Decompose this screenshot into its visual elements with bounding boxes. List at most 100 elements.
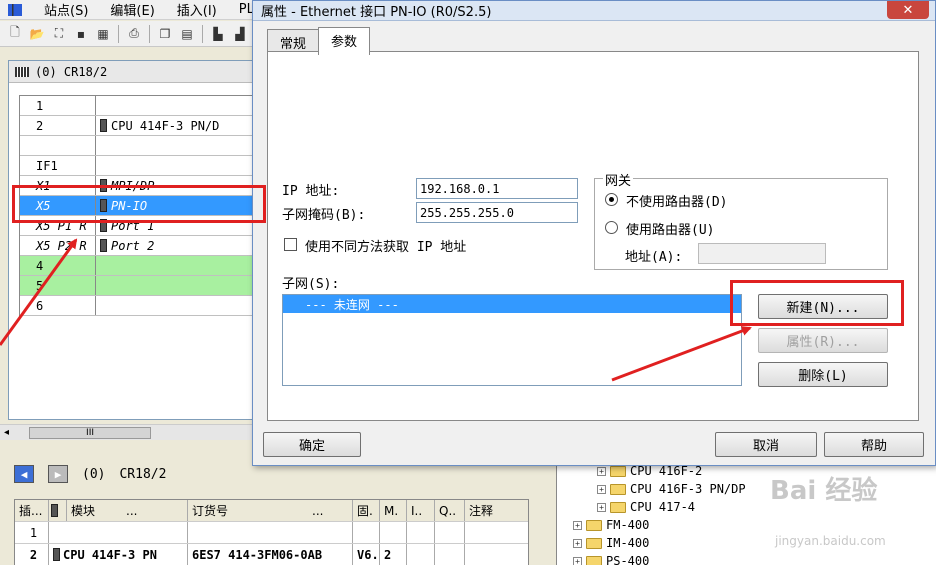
scroll-thumb[interactable]: III bbox=[29, 426, 152, 439]
catalog-item[interactable]: + FM-400 bbox=[557, 516, 936, 534]
menu-edit[interactable]: 编辑(E) bbox=[110, 0, 154, 19]
cell-order-no bbox=[188, 522, 353, 543]
print-icon[interactable]: ⎙ bbox=[125, 25, 143, 43]
col-mpi[interactable]: M. bbox=[380, 500, 407, 521]
col-order-more[interactable]: ... bbox=[308, 500, 353, 521]
rack-row[interactable]: 4 bbox=[20, 256, 261, 276]
rack-slot: 6 bbox=[20, 296, 96, 315]
save-icon[interactable]: ▪ bbox=[72, 25, 90, 43]
cell-firmware: V6. bbox=[353, 544, 380, 565]
rack-row[interactable]: 6 bbox=[20, 296, 261, 316]
module-icon bbox=[100, 239, 107, 252]
close-icon[interactable]: ✕ bbox=[887, 1, 929, 19]
new-file-icon[interactable]: 🗋 bbox=[6, 25, 24, 43]
forward-arrow-icon[interactable]: ▶ bbox=[48, 465, 68, 483]
catalog-item[interactable]: + CPU 416F-3 PN/DP bbox=[557, 480, 936, 498]
subnet-item-unnetworked[interactable]: --- 未连网 --- bbox=[283, 295, 741, 313]
detail-table-header: 插... 模块 ... 订货号 ... 固. M. I.. Q.. 注释 bbox=[15, 500, 528, 522]
col-firmware[interactable]: 固. bbox=[353, 500, 380, 521]
rack-row[interactable]: 1 bbox=[20, 96, 261, 116]
ip-address-field[interactable]: 192.168.0.1 bbox=[416, 178, 578, 199]
download-icon[interactable]: ▙ bbox=[209, 25, 227, 43]
station-title-bar: (0) CR18/2 bbox=[9, 61, 259, 83]
gateway-legend: 网关 bbox=[603, 170, 634, 189]
back-arrow-icon[interactable]: ◀ bbox=[14, 465, 34, 483]
horizontal-scrollbar[interactable]: ◂ III bbox=[0, 424, 260, 440]
catalog-item-label: FM-400 bbox=[606, 518, 650, 532]
expand-icon[interactable]: + bbox=[573, 520, 582, 530]
no-router-radio[interactable] bbox=[605, 193, 618, 206]
cancel-button[interactable]: 取消 bbox=[715, 432, 817, 457]
subnet-mask-field[interactable]: 255.255.255.0 bbox=[416, 202, 578, 223]
use-router-radio[interactable] bbox=[605, 221, 618, 234]
copy-icon[interactable]: ❐ bbox=[156, 25, 174, 43]
cell-q-address bbox=[435, 544, 465, 565]
rack-module bbox=[96, 296, 261, 315]
other-method-checkbox[interactable] bbox=[284, 238, 297, 251]
subnet-list[interactable]: --- 未连网 --- bbox=[282, 294, 742, 386]
help-button[interactable]: 帮助 bbox=[824, 432, 924, 457]
col-module[interactable]: 模块 bbox=[67, 500, 122, 521]
upload-icon[interactable]: ▟ bbox=[231, 25, 249, 43]
catalog-item-label: CPU 416F-2 bbox=[630, 464, 703, 478]
subnet-label: 子网(S): bbox=[282, 277, 340, 292]
annotation-box-new-button bbox=[730, 280, 904, 326]
router-address-field[interactable] bbox=[698, 243, 826, 264]
detail-row[interactable]: 1 bbox=[15, 522, 528, 544]
catalog-item-label: PS-400 bbox=[606, 554, 650, 565]
col-q-address[interactable]: Q.. bbox=[435, 500, 465, 521]
menu-insert[interactable]: 插入(I) bbox=[177, 0, 217, 19]
col-slot[interactable]: 插... bbox=[15, 500, 49, 521]
rack-row[interactable]: 2 CPU 414F-3 PN/D bbox=[20, 116, 261, 136]
col-order-no[interactable]: 订货号 bbox=[188, 500, 308, 521]
expand-icon[interactable]: + bbox=[597, 466, 606, 476]
rack-module-text: CPU 414F-3 PN/D bbox=[111, 118, 220, 133]
detail-row[interactable]: 2 CPU 414F-3 PN 6ES7 414-3FM06-0AB V6. 2 bbox=[15, 544, 528, 565]
rack-row[interactable]: 5 bbox=[20, 276, 261, 296]
catalog-item[interactable]: + CPU 417-4 bbox=[557, 498, 936, 516]
col-i-address[interactable]: I.. bbox=[407, 500, 435, 521]
rack-row[interactable]: X5 P2 R Port 2 bbox=[20, 236, 261, 256]
compile-icon[interactable]: ▦ bbox=[94, 25, 112, 43]
rack-module bbox=[96, 136, 261, 155]
expand-icon[interactable]: + bbox=[573, 538, 582, 548]
ok-button[interactable]: 确定 bbox=[263, 432, 361, 457]
cell-slot: 2 bbox=[15, 544, 49, 565]
rack-row[interactable]: IF1 bbox=[20, 156, 261, 176]
folder-icon bbox=[586, 519, 602, 531]
tab-parameters[interactable]: 参数 bbox=[318, 27, 371, 55]
network-icon[interactable]: ⛶ bbox=[50, 25, 68, 43]
rack-slot: 1 bbox=[20, 96, 96, 115]
use-router-label: 使用路由器(U) bbox=[626, 223, 715, 238]
parameters-panel: IP 地址: 192.168.0.1 子网掩码(B): 255.255.255.… bbox=[267, 51, 919, 421]
col-module-icon bbox=[49, 500, 67, 521]
cell-i-address bbox=[407, 544, 435, 565]
paste-icon[interactable]: ▤ bbox=[178, 25, 196, 43]
subnet-mask-label: 子网掩码(B): bbox=[282, 208, 366, 223]
subnet-properties-button[interactable]: 属性(R)... bbox=[758, 328, 888, 353]
other-method-label: 使用不同方法获取 IP 地址 bbox=[305, 240, 467, 255]
toolbar-separator bbox=[202, 24, 203, 43]
col-module-more[interactable]: ... bbox=[122, 500, 188, 521]
menu-station[interactable]: 站点(S) bbox=[44, 0, 88, 19]
rack-slot bbox=[20, 136, 96, 155]
expand-icon[interactable]: + bbox=[573, 556, 582, 565]
delete-subnet-button[interactable]: 删除(L) bbox=[758, 362, 888, 387]
cell-module: CPU 414F-3 PN bbox=[49, 544, 188, 565]
rack-row[interactable] bbox=[20, 136, 261, 156]
rack-module: Port 2 bbox=[96, 236, 261, 255]
expand-icon[interactable]: + bbox=[597, 502, 606, 512]
col-comment[interactable]: 注释 bbox=[465, 500, 528, 521]
catalog-item-label: CPU 416F-3 PN/DP bbox=[630, 482, 746, 496]
catalog-item[interactable]: + PS-400 bbox=[557, 552, 936, 565]
detail-station-slot: (0) bbox=[82, 466, 106, 482]
cell-slot: 1 bbox=[15, 522, 49, 543]
rack-module bbox=[96, 276, 261, 295]
rack-module: CPU 414F-3 PN/D bbox=[96, 116, 261, 135]
open-folder-icon[interactable]: 📂 bbox=[28, 25, 46, 43]
scroll-left-icon[interactable]: ◂ bbox=[4, 427, 9, 438]
expand-icon[interactable]: + bbox=[597, 484, 606, 494]
detail-table: 插... 模块 ... 订货号 ... 固. M. I.. Q.. 注释 1 2… bbox=[14, 499, 529, 565]
rack-slot: IF1 bbox=[20, 156, 96, 175]
rack-icon bbox=[15, 66, 29, 77]
